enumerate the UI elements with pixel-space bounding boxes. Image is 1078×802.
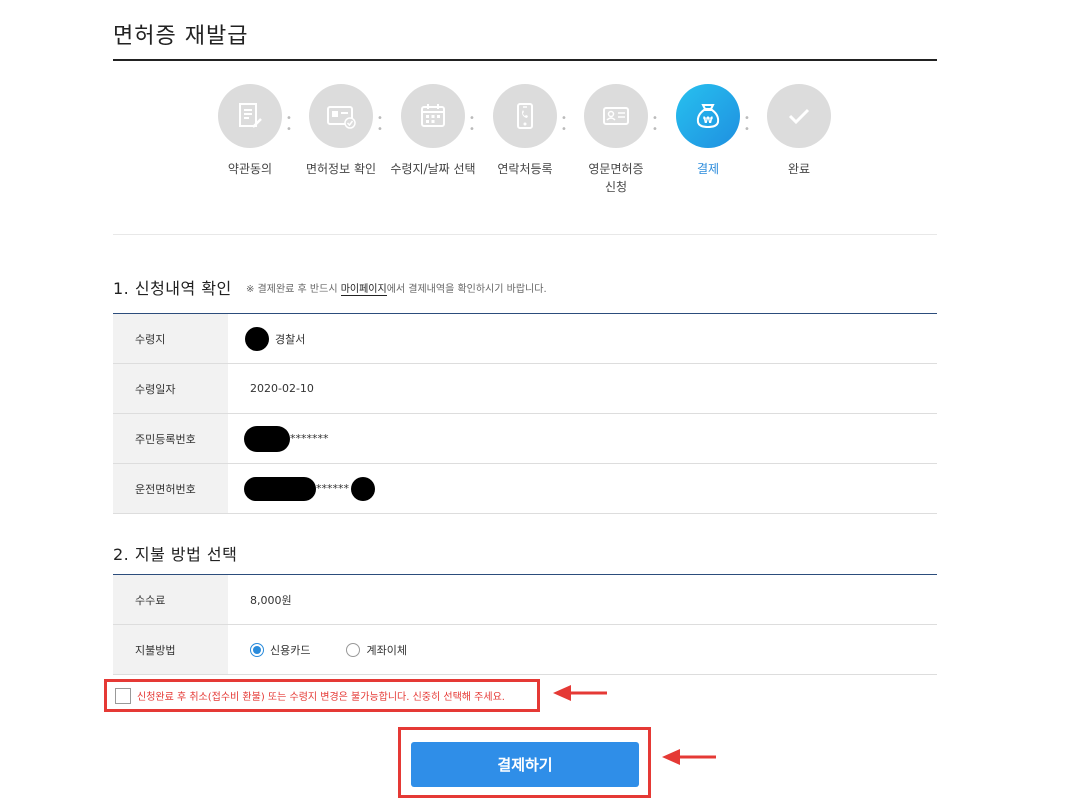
payment-options: 신용카드 계좌이체: [228, 625, 937, 674]
row-value-cell: ******: [228, 464, 937, 513]
pay-button[interactable]: 결제하기: [411, 742, 639, 787]
row-value-cell: 경찰서: [228, 314, 937, 363]
document-pen-icon: [218, 84, 282, 148]
table-row: 수령일자 2020-02-10: [113, 364, 937, 414]
table-row: 운전면허번호 ******: [113, 464, 937, 514]
step-complete: 완료: [767, 84, 831, 176]
arrow-left-icon: [662, 749, 716, 765]
step-connector: • •: [286, 113, 295, 135]
step-connector: • •: [561, 113, 570, 135]
row-value: 2020-02-10: [250, 382, 314, 395]
step-contact: 연락처등록: [493, 84, 557, 176]
notice-text: ※ 결제완료 후 반드시: [246, 284, 341, 295]
table-row: 수령지 경찰서: [113, 314, 937, 364]
section-divider: [113, 234, 937, 235]
redaction-mark: [351, 476, 375, 501]
agreement-text: 신청완료 후 취소(접수비 환불) 또는 수령지 변경은 불가능합니다. 신중히…: [137, 692, 505, 703]
fee-value: 8,000원: [250, 593, 292, 607]
payment-notice: ※ 결제완료 후 반드시 마이페이지에서 결제내역을 확인하시기 바랍니다.: [246, 280, 547, 296]
table-row: 지불방법 신용카드 계좌이체: [113, 625, 937, 675]
agreement-highlight: 신청완료 후 취소(접수비 환불) 또는 수령지 변경은 불가능합니다. 신중히…: [104, 679, 540, 712]
row-value: ******: [316, 482, 349, 495]
step-english-license: 영문면허증 신청: [584, 84, 648, 194]
redaction-mark: [245, 326, 269, 351]
option-label: 계좌이체: [366, 643, 407, 657]
option-label: 신용카드: [270, 643, 311, 657]
credit-card-option[interactable]: 신용카드: [250, 642, 310, 658]
step-connector: • •: [652, 113, 661, 135]
row-label: 수령일자: [113, 364, 228, 413]
section1-title: 1. 신청내역 확인: [113, 279, 232, 298]
row-label: 수수료: [113, 575, 228, 624]
calendar-icon: [401, 84, 465, 148]
step-location-date: 수령지/날짜 선택: [390, 84, 476, 176]
row-value: 경찰서: [275, 332, 306, 346]
payment-method-table: 수수료 8,000원 지불방법 신용카드 계좌이체: [113, 574, 937, 675]
row-value: *******: [290, 432, 329, 445]
checkmark-icon: [767, 84, 831, 148]
phone-icon: [493, 84, 557, 148]
redaction-mark: [244, 476, 316, 501]
step-label: 완료: [787, 162, 811, 176]
license-card-icon: [584, 84, 648, 148]
redaction-mark: [244, 425, 290, 452]
credit-card-radio[interactable]: [250, 642, 264, 657]
page-title: 면허증 재발급: [113, 24, 249, 49]
application-details-table: 수령지 경찰서 수령일자 2020-02-10 주민등록번호 ******* 운…: [113, 313, 937, 514]
svg-text:₩: ₩: [703, 116, 713, 126]
step-connector: • •: [469, 113, 478, 135]
step-payment: ₩ 결제: [676, 84, 740, 176]
step-connector: • •: [744, 113, 753, 135]
title-divider: [113, 59, 937, 61]
bank-transfer-radio[interactable]: [346, 642, 361, 657]
agreement-checkbox[interactable]: [115, 687, 131, 704]
mypage-link[interactable]: 마이페이지: [340, 284, 387, 296]
bank-transfer-option[interactable]: 계좌이체: [346, 642, 407, 658]
row-value-cell: *******: [228, 414, 937, 463]
id-card-check-icon: [309, 84, 373, 148]
step-connector: • •: [377, 113, 386, 135]
row-label: 수령지: [113, 314, 228, 363]
row-label: 운전면허번호: [113, 464, 228, 513]
table-row: 수수료 8,000원: [113, 575, 937, 625]
section2-title: 2. 지불 방법 선택: [113, 545, 238, 564]
notice-text: 에서 결제내역을 확인하시기 바랍니다.: [386, 284, 547, 295]
row-label: 지불방법: [113, 625, 228, 674]
row-label: 주민등록번호: [113, 414, 228, 463]
step-license-info: 면허정보 확인: [306, 84, 376, 176]
step-terms: 약관동의: [218, 84, 282, 176]
won-bag-icon: ₩: [676, 84, 740, 148]
arrow-left-icon: [553, 685, 607, 701]
table-row: 주민등록번호 *******: [113, 414, 937, 464]
